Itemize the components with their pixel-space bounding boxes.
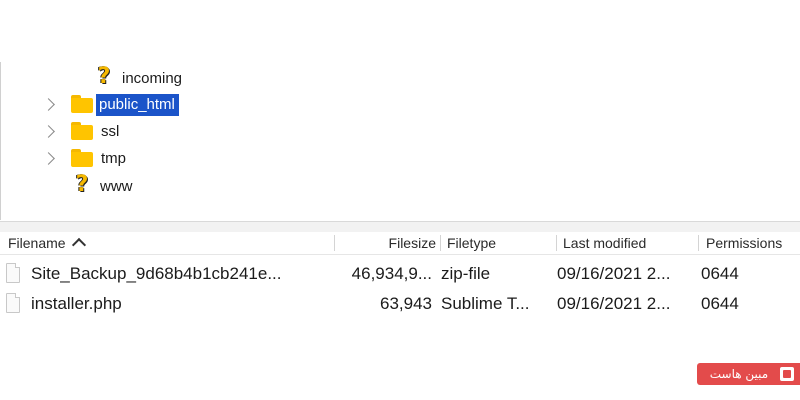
tree-item-label: ssl: [101, 123, 120, 140]
column-header-filename[interactable]: Filename: [8, 232, 328, 254]
file-icon: [6, 263, 20, 283]
cell-permissions: 0644: [701, 294, 739, 313]
column-header-filetype[interactable]: Filetype: [447, 232, 552, 254]
tree-item-tmp[interactable]: tmp: [40, 146, 150, 172]
column-header-filesize[interactable]: Filesize: [336, 232, 436, 254]
column-divider[interactable]: [556, 235, 557, 251]
unknown-folder-icon: ?: [75, 172, 89, 197]
column-header-label: Filetype: [447, 235, 497, 251]
cell-last-modified: 09/16/2021 2...: [557, 294, 671, 313]
column-header-label: Filename: [8, 235, 66, 251]
chevron-right-icon[interactable]: [42, 98, 55, 111]
file-list-header: Filename Filesize Filetype Last modified…: [0, 232, 800, 255]
cell-filesize: 46,934,9...: [351, 264, 432, 283]
column-divider[interactable]: [334, 235, 335, 251]
remote-directory-tree: ? incoming public_html ssl tmp ? www: [0, 62, 800, 212]
tree-item-label: tmp: [101, 150, 127, 167]
watermark-logo: مبین هاست: [697, 363, 800, 385]
logo-icon: [780, 367, 794, 381]
cell-filetype: Sublime T...: [441, 294, 530, 313]
cell-filename: installer.php: [31, 294, 122, 313]
file-icon: [6, 293, 20, 313]
chevron-right-icon[interactable]: [42, 152, 55, 165]
tree-item-label: www: [100, 178, 133, 195]
tree-item-label: public_html: [96, 94, 179, 116]
ftp-client-window: ? incoming public_html ssl tmp ? www Fil…: [0, 0, 800, 400]
column-header-label: Last modified: [563, 235, 647, 251]
column-divider[interactable]: [698, 235, 699, 251]
folder-icon: [71, 149, 93, 167]
watermark-text: مبین هاست: [709, 367, 769, 381]
column-header-label: Filesize: [388, 235, 436, 251]
file-list-row[interactable]: Site_Backup_9d68b4b1cb241e... 46,934,9..…: [0, 259, 800, 289]
tree-item-ssl[interactable]: ssl: [40, 119, 150, 145]
folder-icon: [71, 95, 93, 113]
column-header-last-modified[interactable]: Last modified: [563, 232, 693, 254]
chevron-right-icon[interactable]: [42, 125, 55, 138]
column-header-permissions[interactable]: Permissions: [706, 232, 800, 254]
cell-permissions: 0644: [701, 264, 739, 283]
column-header-label: Permissions: [706, 235, 783, 251]
unknown-folder-icon: ?: [97, 64, 111, 89]
column-divider[interactable]: [440, 235, 441, 251]
tree-item-label: incoming: [122, 70, 183, 87]
folder-icon: [71, 122, 93, 140]
tree-item-incoming[interactable]: ? incoming: [90, 65, 200, 91]
tree-item-www[interactable]: ? www: [68, 173, 178, 199]
cell-filesize: 63,943: [380, 294, 432, 313]
tree-item-public-html[interactable]: public_html: [40, 92, 200, 118]
cell-filetype: zip-file: [441, 264, 491, 283]
sort-ascending-icon: [71, 237, 86, 253]
cell-filename: Site_Backup_9d68b4b1cb241e...: [31, 264, 282, 283]
file-list-row[interactable]: installer.php 63,943 Sublime T... 09/16/…: [0, 289, 800, 319]
cell-last-modified: 09/16/2021 2...: [557, 264, 671, 283]
